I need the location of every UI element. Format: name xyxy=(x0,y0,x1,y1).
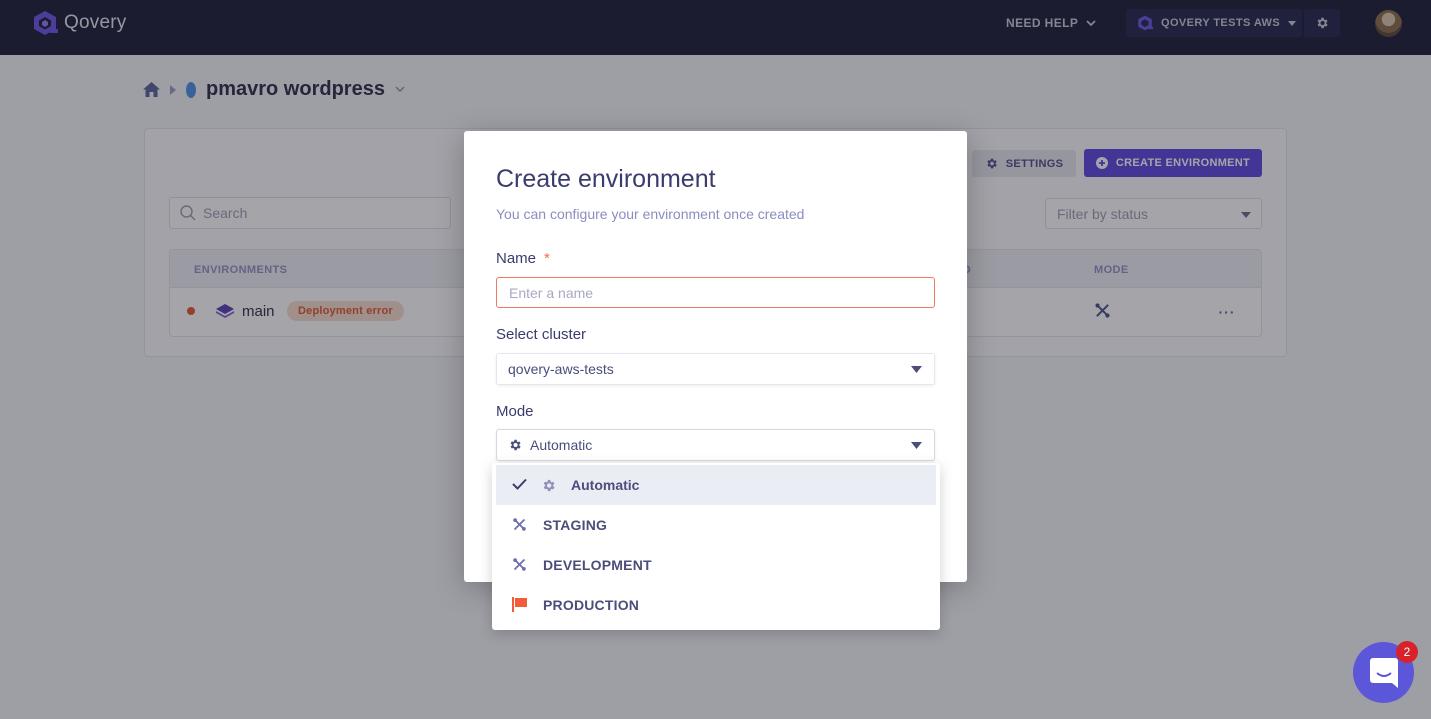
cluster-select[interactable]: qovery-aws-tests xyxy=(496,353,935,385)
gear-icon xyxy=(543,479,555,492)
tools-icon xyxy=(513,558,526,571)
cluster-select-value: qovery-aws-tests xyxy=(508,361,614,377)
mode-select-value: Automatic xyxy=(530,437,593,453)
cluster-label: Select cluster xyxy=(496,326,587,343)
modal-subtitle: You can configure your environment once … xyxy=(496,206,805,222)
mode-label: Mode xyxy=(496,403,534,420)
gear-icon xyxy=(510,439,521,451)
mode-option-development[interactable]: DEVELOPMENT xyxy=(492,545,940,585)
caret-down-icon xyxy=(911,366,922,373)
name-label: Name * xyxy=(496,250,550,267)
mode-option-label: STAGING xyxy=(543,517,608,533)
mode-option-staging[interactable]: STAGING xyxy=(492,505,940,545)
mode-dropdown-menu: Automatic STAGING DEVELOPMENT PRODUCTION xyxy=(492,463,940,630)
name-input[interactable] xyxy=(496,277,935,308)
required-mark: * xyxy=(544,250,550,267)
mode-option-label: Automatic xyxy=(571,477,640,493)
mode-option-production[interactable]: PRODUCTION xyxy=(492,585,940,625)
caret-down-icon xyxy=(911,442,922,449)
chat-icon xyxy=(1369,657,1398,688)
tools-icon xyxy=(513,518,526,531)
mode-option-label: PRODUCTION xyxy=(543,597,640,613)
modal-title: Create environment xyxy=(496,165,716,193)
mode-option-label: DEVELOPMENT xyxy=(543,557,652,573)
flag-icon xyxy=(512,597,527,612)
mode-select[interactable]: Automatic xyxy=(496,429,935,461)
mode-option-automatic[interactable]: Automatic xyxy=(496,465,936,505)
name-label-text: Name xyxy=(496,250,537,267)
check-icon xyxy=(512,478,527,490)
unread-badge: 2 xyxy=(1396,641,1418,663)
